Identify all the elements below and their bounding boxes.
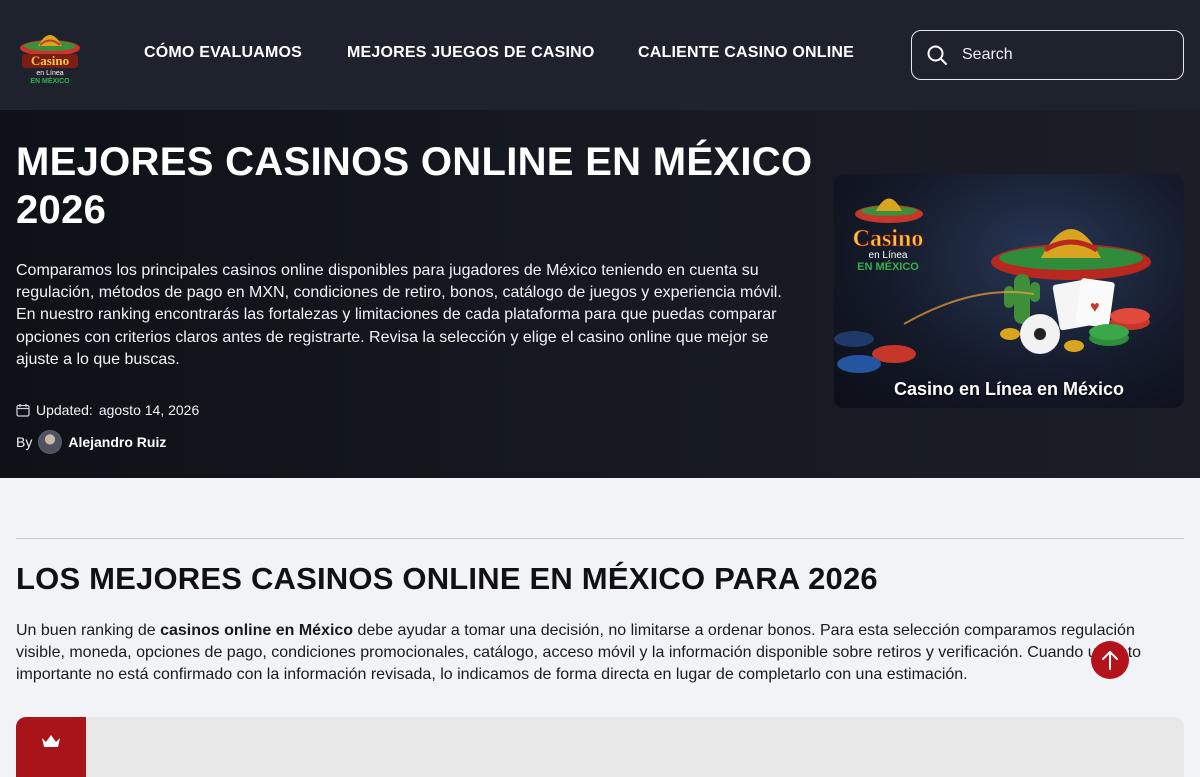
hero-description: Comparamos los principales casinos onlin… [16,262,782,368]
hero-image-caption: Casino en Línea en México [893,379,1125,399]
sombrero-logo-icon: Casino en Línea EN MÉXICO [20,35,80,85]
nav-mejores-juegos[interactable]: MEJORES JUEGOS DE CASINO [347,44,595,62]
by-label: By [16,434,33,450]
author-avatar [38,430,63,454]
svg-text:en Línea: en Línea [869,250,908,261]
author-byline: By Alejandro Ruiz [16,430,166,454]
page-title: MEJORES CASINOS ONLINE EN MÉXICO 2026 [16,140,813,232]
svg-text:EN MÉXICO: EN MÉXICO [30,76,70,85]
crown-icon [42,735,60,747]
updated-info: Updated: agosto 14, 2026 [16,402,199,418]
author-link[interactable]: Alejandro Ruiz [68,434,166,450]
svg-text:Casino: Casino [31,53,69,68]
casino-illustration-icon: Casino en Línea EN MÉXICO ♥ [834,198,1151,373]
updated-date: agosto 14, 2026 [98,402,200,418]
site-logo[interactable]: Casino en Línea EN MÉXICO [16,26,84,86]
svg-text:Casino: Casino [853,226,924,252]
svg-text:en Línea: en Línea [36,70,63,77]
hero-section: MEJORES CASINOS ONLINE EN MÉXICO 2026 Co… [0,110,1200,478]
nav-como-evaluamos[interactable]: CÓMO EVALUAMOS [144,44,302,62]
intro-text-start: Un buen ranking de [16,622,161,639]
svg-text:EN MÉXICO: EN MÉXICO [857,260,919,273]
section-title: LOS MEJORES CASINOS ONLINE EN MÉXICO PAR… [16,561,878,596]
search-icon [927,45,947,65]
search-box[interactable] [911,30,1184,80]
site-header: Casino en Línea EN MÉXICO CÓMO EVALUAMOS… [0,0,1200,110]
svg-text:♥: ♥ [1090,299,1100,316]
card-rank-badge [16,717,86,777]
casino-ranking-card [16,717,1184,777]
hero-image: Casino en Línea EN MÉXICO ♥ Casino en Lí… [834,174,1184,408]
nav-caliente-casino[interactable]: CALIENTE CASINO ONLINE [638,44,854,62]
calendar-icon [16,404,30,417]
section-divider [16,538,1184,539]
arrow-up-icon [1102,651,1118,670]
search-input[interactable] [962,31,1177,79]
section-intro: Un buen ranking de casinos online en Méx… [16,620,1156,687]
updated-label: Updated: [36,402,93,418]
scroll-to-top-button[interactable] [1091,641,1129,679]
intro-bold-keyword: casinos online en México [160,622,354,639]
